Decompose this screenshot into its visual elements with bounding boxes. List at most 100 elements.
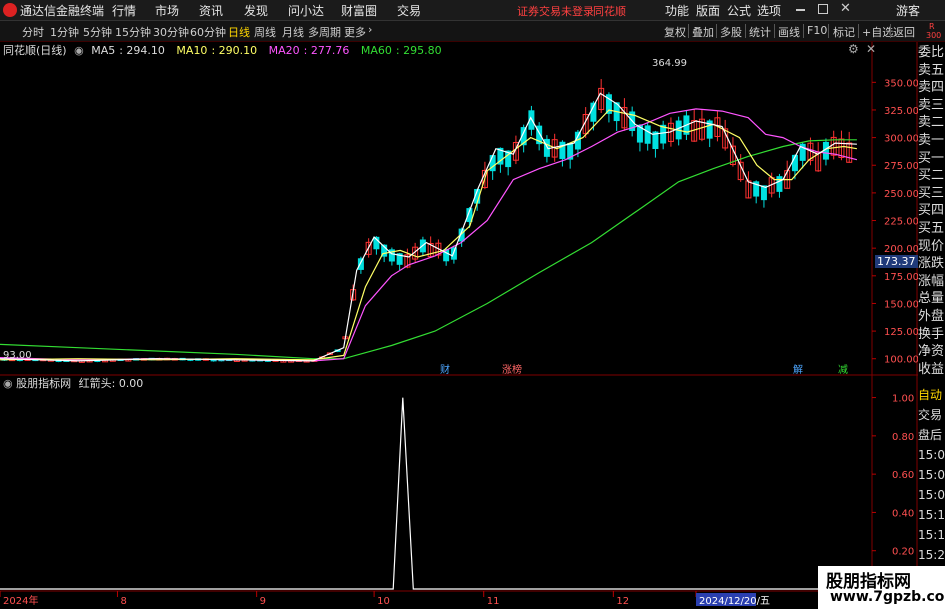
period-month[interactable]: 月线 xyxy=(282,24,304,40)
toolbar-divider xyxy=(858,24,859,38)
toolbar-divider xyxy=(716,24,717,38)
sidebar-time-item[interactable]: 15:11 xyxy=(918,505,945,525)
close-icon[interactable]: ✕ xyxy=(840,1,851,16)
quote-sidebar: 委比 卖五 卖四 卖三 卖二 卖一 买一 买二 买三 买四 买五 现价 涨跌 涨幅 总量 外盘 换手 净资 收益 xyxy=(918,42,945,388)
date-label: 8 xyxy=(120,596,126,607)
sub-y-tick-label: 0.80 xyxy=(892,432,914,443)
btn-biaoji[interactable]: 标记 xyxy=(833,24,855,40)
sidebar-time-item[interactable]: 15:24 xyxy=(918,545,945,565)
y-tick-label: 275.00 xyxy=(884,161,918,172)
ma60-label: MA60: 295.80 xyxy=(360,44,442,57)
menu-gongshi[interactable]: 公式 xyxy=(727,2,751,19)
menu-banmian[interactable]: 版面 xyxy=(696,2,720,19)
close-chart-icon[interactable]: ✕ xyxy=(866,42,876,56)
toolbar-divider xyxy=(688,24,689,38)
period-5min[interactable]: 5分钟 xyxy=(83,24,112,40)
kline-chart[interactable]: 100.00125.00150.00175.00200.00225.00250.… xyxy=(0,42,918,609)
sub-y-tick-label: 0.60 xyxy=(892,470,914,481)
period-30min[interactable]: 30分钟 xyxy=(153,24,189,40)
chevron-right-icon[interactable]: › xyxy=(368,23,372,36)
menu-zixun[interactable]: 资讯 xyxy=(199,2,223,19)
maximize-icon[interactable] xyxy=(818,4,828,14)
broker-name[interactable]: 同花顺 xyxy=(593,3,626,19)
menu-shichang[interactable]: 市场 xyxy=(155,2,179,19)
sidebar-time-item[interactable]: 15:05 xyxy=(918,445,945,465)
btn-huaxian[interactable]: 画线 xyxy=(778,24,800,40)
y-tick-label: 300.00 xyxy=(884,134,918,145)
sub-y-tick-label: 1.00 xyxy=(892,394,914,405)
period-15min[interactable]: 15分钟 xyxy=(115,24,151,40)
high-price-label: 364.99 xyxy=(652,58,687,69)
login-status[interactable]: 证券交易未登录 xyxy=(517,3,594,19)
btn-fanhui[interactable]: 返回 xyxy=(893,24,915,40)
candlestick-series xyxy=(1,79,853,363)
menu-hangqing[interactable]: 行情 xyxy=(112,2,136,19)
menu-faxian[interactable]: 发现 xyxy=(244,2,268,19)
toolbar-divider xyxy=(745,24,746,38)
y-tick-label: 150.00 xyxy=(884,299,918,310)
guest-label[interactable]: 游客 xyxy=(896,2,920,19)
current-price-tag: 173.37 xyxy=(875,255,918,268)
date-label: 12 xyxy=(616,596,629,607)
event-tag-jian[interactable]: 减 xyxy=(838,361,848,376)
candle-body xyxy=(776,176,783,192)
app-logo-icon xyxy=(3,3,17,17)
btn-zixuan[interactable]: +自选 xyxy=(862,24,893,40)
sidebar-time-item[interactable]: 15:06 xyxy=(918,485,945,505)
sidebar-time-item[interactable]: 盘后 xyxy=(918,425,945,445)
sidebar-time-item[interactable]: 交易 xyxy=(918,405,945,425)
sidebar-corner-num: 300 xyxy=(926,31,942,40)
menu-jiaoyi[interactable]: 交易 xyxy=(397,2,421,19)
title-bar: 通达信金融终端 行情 市场 资讯 发现 问小达 财富圈 交易 证券交易未登录 同… xyxy=(0,0,945,21)
period-fenshi[interactable]: 分时 xyxy=(22,24,44,40)
period-1min[interactable]: 1分钟 xyxy=(50,24,79,40)
ma-line-ma20 xyxy=(0,108,858,362)
period-toolbar: 分时 1分钟 5分钟 15分钟 30分钟 60分钟 日线 周线 月线 多周期 更… xyxy=(0,21,945,42)
ma10-label: MA10: 290.10 xyxy=(176,44,258,57)
sidebar-time-item[interactable]: 自动 xyxy=(918,385,945,405)
ma20-label: MA20: 277.76 xyxy=(268,44,350,57)
btn-diejia[interactable]: 叠加 xyxy=(692,24,714,40)
menu-gongneng[interactable]: 功能 xyxy=(665,2,689,19)
low-price-label: 93.00 xyxy=(3,350,32,361)
y-tick-label: 100.00 xyxy=(884,355,918,366)
event-tag-jie[interactable]: 解 xyxy=(793,361,803,376)
ma5-label: MA5: 294.10 xyxy=(91,44,165,57)
btn-f10[interactable]: F10 xyxy=(807,24,827,37)
btn-fuquan[interactable]: 复权 xyxy=(664,24,686,40)
candle-body xyxy=(357,258,364,270)
period-more[interactable]: 更多 xyxy=(344,24,366,40)
sidebar-time-item[interactable]: 15:12 xyxy=(918,525,945,545)
legend-circle-icon[interactable]: ◉ xyxy=(74,44,84,57)
btn-tongji[interactable]: 统计 xyxy=(749,24,771,40)
menu-wenxiaoda[interactable]: 问小达 xyxy=(288,2,324,19)
y-tick-label: 125.00 xyxy=(884,327,918,338)
candle-body xyxy=(543,138,550,157)
date-label: 2024/12/20/五 xyxy=(699,596,770,607)
sidebar-item[interactable]: 收益 xyxy=(918,359,945,381)
menu-xuanxiang[interactable]: 选项 xyxy=(757,2,781,19)
menu-caifuquan[interactable]: 财富圈 xyxy=(341,2,377,19)
stock-label[interactable]: 同花顺(日线) xyxy=(3,44,67,57)
minimize-icon[interactable] xyxy=(796,9,805,11)
indicator-circle-icon[interactable]: ◉ xyxy=(3,377,13,390)
y-tick-label: 225.00 xyxy=(884,217,918,228)
btn-duogu[interactable]: 多股 xyxy=(720,24,742,40)
y-tick-label: 250.00 xyxy=(884,189,918,200)
toolbar-divider xyxy=(803,24,804,38)
settings-gear-icon[interactable]: ⚙ xyxy=(848,42,859,56)
sidebar-corner-r: R xyxy=(929,22,935,31)
period-week[interactable]: 周线 xyxy=(254,24,276,40)
period-60min[interactable]: 60分钟 xyxy=(190,24,226,40)
event-tag-cai[interactable]: 财 xyxy=(440,361,450,376)
period-multi[interactable]: 多周期 xyxy=(308,24,341,40)
y-tick-label: 175.00 xyxy=(884,272,918,283)
sidebar-time-item[interactable]: 15:05 xyxy=(918,465,945,485)
y-axis-ticks: 100.00 125.00 150.00 175.00 200.00 225.00 250.… xyxy=(872,78,918,558)
indicator-legend: ◉ 股朋指标网 红箭头: 0.00 xyxy=(3,377,144,390)
indicator-name[interactable]: 股朋指标网 xyxy=(16,377,71,390)
event-tag-zhangbang[interactable]: 涨榜 xyxy=(502,361,522,376)
toolbar-divider xyxy=(890,24,891,38)
date-label: 11 xyxy=(487,596,500,607)
period-day[interactable]: 日线 xyxy=(228,24,250,40)
